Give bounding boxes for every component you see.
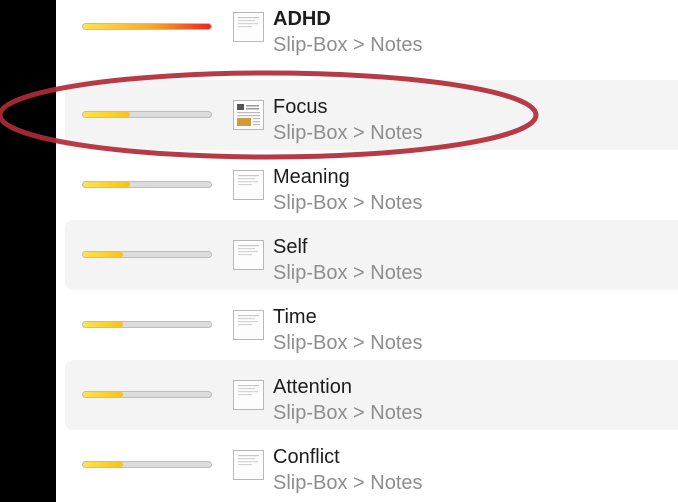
- relevance-bar-fill: [83, 392, 123, 397]
- result-row-meaning[interactable]: Meaning Slip-Box > Notes: [65, 150, 678, 220]
- result-title: Attention: [273, 376, 352, 398]
- document-icon: [233, 240, 264, 270]
- result-path: Slip-Box > Notes: [273, 262, 423, 284]
- relevance-bar: [82, 23, 212, 30]
- result-row-focus[interactable]: Focus Slip-Box > Notes: [65, 80, 678, 150]
- image-document-icon: [233, 100, 264, 130]
- relevance-bar: [82, 321, 212, 328]
- relevance-bar-fill: [83, 112, 131, 117]
- document-icon: [233, 170, 264, 200]
- document-icon: [233, 310, 264, 340]
- relevance-bar: [82, 181, 212, 188]
- result-row-self[interactable]: Self Slip-Box > Notes: [65, 220, 678, 290]
- result-title: Meaning: [273, 166, 350, 188]
- relevance-bar: [82, 391, 212, 398]
- result-path: Slip-Box > Notes: [273, 332, 423, 354]
- result-path: Slip-Box > Notes: [273, 472, 423, 494]
- relevance-bar: [82, 111, 212, 118]
- relevance-bar: [82, 461, 212, 468]
- result-row-time[interactable]: Time Slip-Box > Notes: [65, 290, 678, 360]
- result-row-adhd[interactable]: ADHD Slip-Box > Notes: [65, 0, 678, 62]
- result-path: Slip-Box > Notes: [273, 402, 423, 424]
- relevance-bar-fill: [83, 322, 123, 327]
- result-title: Self: [273, 236, 308, 258]
- result-path: Slip-Box > Notes: [273, 122, 423, 144]
- result-path: Slip-Box > Notes: [273, 34, 423, 56]
- result-path: Slip-Box > Notes: [273, 192, 423, 214]
- result-title: ADHD: [273, 8, 331, 30]
- result-title: Time: [273, 306, 317, 328]
- result-title: Conflict: [273, 446, 340, 468]
- result-row-conflict[interactable]: Conflict Slip-Box > Notes: [65, 430, 678, 500]
- relevance-bar-fill: [83, 462, 123, 467]
- relevance-bar: [82, 251, 212, 258]
- search-results-panel: ADHD Slip-Box > Notes Focus Slip-Box > Note…: [56, 0, 678, 502]
- result-title: Focus: [273, 96, 328, 118]
- document-icon: [233, 12, 264, 42]
- relevance-bar-fill: [83, 24, 211, 29]
- document-icon: [233, 450, 264, 480]
- relevance-bar-fill: [83, 182, 131, 187]
- result-row-attention[interactable]: Attention Slip-Box > Notes: [65, 360, 678, 430]
- document-icon: [233, 380, 264, 410]
- relevance-bar-fill: [83, 252, 123, 257]
